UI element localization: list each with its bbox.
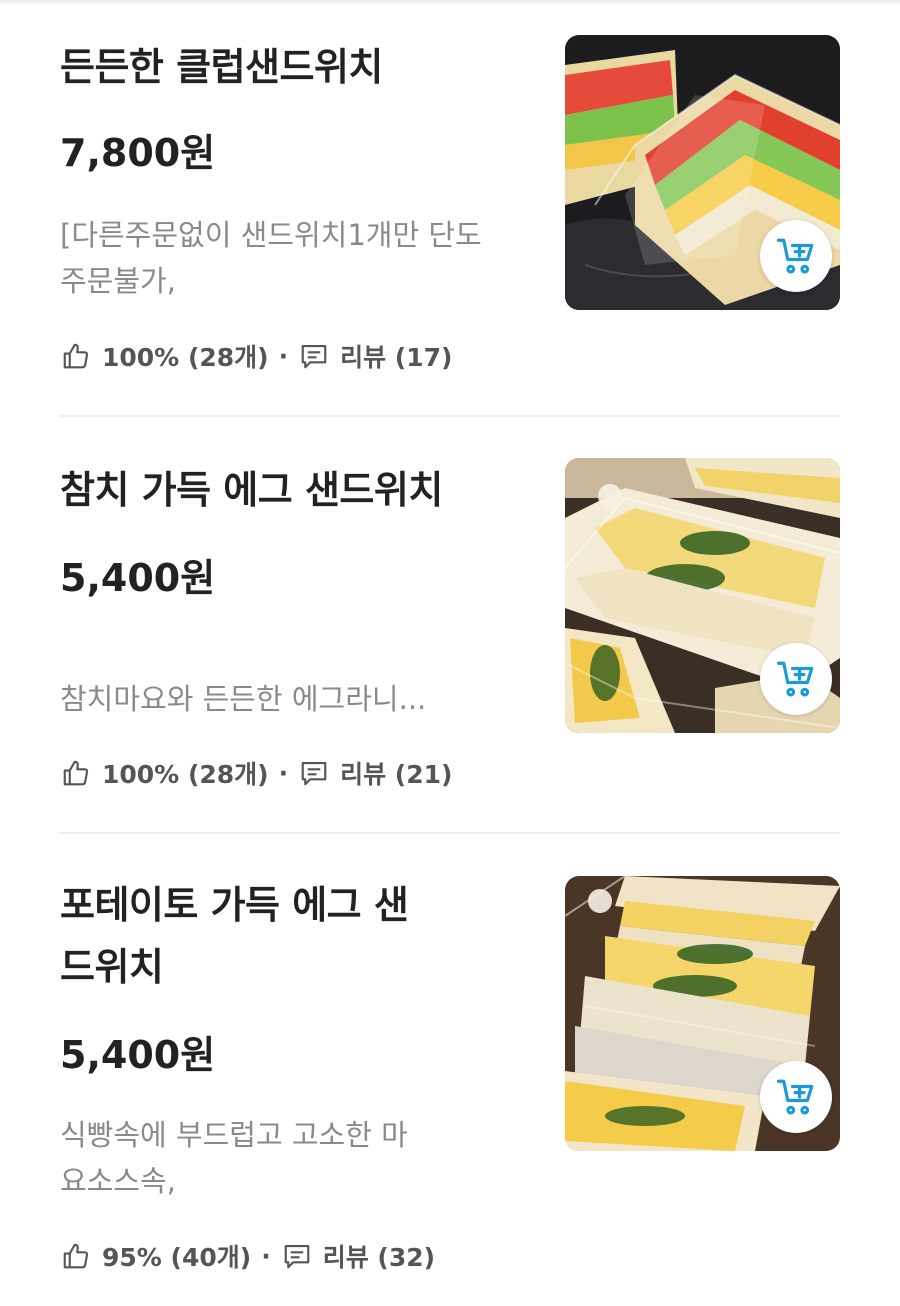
item-title: 참치 가득 에그 샌드위치 bbox=[60, 468, 443, 512]
item-title: 포테이토 가득 에그 샌드위치 bbox=[60, 883, 409, 989]
item-meta: 100% (28개) · 리뷰 (21) bbox=[60, 753, 452, 793]
review-count[interactable]: 리뷰 (17) bbox=[340, 338, 452, 374]
item-meta: 100% (28개) · 리뷰 (17) bbox=[60, 336, 452, 376]
review-comment-icon bbox=[298, 757, 330, 789]
item-price: 5,400원 bbox=[60, 556, 216, 600]
item-description: 참치마요와 든든한 에그라니... bbox=[60, 682, 427, 716]
add-to-cart-button[interactable] bbox=[760, 1061, 832, 1133]
menu-item-club-sandwich[interactable]: 든든한 클럽샌드위치 7,800원 [다른주문없이 샌드위치1개만 단도주문불가… bbox=[60, 0, 840, 415]
cart-add-icon bbox=[776, 238, 814, 274]
meta-separator: · bbox=[278, 341, 289, 371]
thumbs-up-icon bbox=[60, 757, 92, 789]
item-price: 5,400원 bbox=[60, 1033, 216, 1077]
cart-add-icon bbox=[776, 661, 814, 697]
item-description: 식빵속에 부드럽고 고소한 마요소스속, bbox=[60, 1118, 408, 1198]
rating-text: 100% (28개) bbox=[102, 343, 269, 372]
item-photo[interactable] bbox=[565, 35, 840, 310]
meta-separator: · bbox=[261, 1241, 271, 1271]
item-price: 7,800원 bbox=[60, 131, 216, 175]
review-count[interactable]: 리뷰 (21) bbox=[340, 755, 452, 791]
review-comment-icon bbox=[298, 340, 330, 372]
item-meta: 95% (40개) · 리뷰 (32) bbox=[60, 1236, 435, 1276]
item-description: [다른주문없이 샌드위치1개만 단도주문불가, bbox=[60, 218, 482, 298]
menu-item-tuna-egg-sandwich[interactable]: 참치 가득 에그 샌드위치 5,400원 참치마요와 든든한 에그라니... 1… bbox=[60, 420, 840, 832]
review-comment-icon bbox=[281, 1240, 313, 1272]
add-to-cart-button[interactable] bbox=[760, 220, 832, 292]
item-photo[interactable] bbox=[565, 876, 840, 1151]
meta-separator: · bbox=[278, 758, 289, 788]
item-divider bbox=[60, 415, 840, 417]
rating-text: 95% (40개) bbox=[102, 1243, 252, 1272]
add-to-cart-button[interactable] bbox=[760, 643, 832, 715]
item-photo[interactable] bbox=[565, 458, 840, 733]
item-title: 든든한 클럽샌드위치 bbox=[60, 45, 383, 89]
thumbs-up-icon bbox=[60, 1240, 92, 1272]
menu-item-potato-egg-sandwich[interactable]: 포테이토 가득 에그 샌드위치 5,400원 식빵속에 부드럽고 고소한 마요소… bbox=[60, 838, 840, 1306]
cart-add-icon bbox=[776, 1079, 814, 1115]
review-count[interactable]: 리뷰 (32) bbox=[323, 1238, 435, 1274]
item-divider bbox=[60, 832, 840, 834]
thumbs-up-icon bbox=[60, 340, 92, 372]
rating-text: 100% (28개) bbox=[102, 760, 269, 789]
